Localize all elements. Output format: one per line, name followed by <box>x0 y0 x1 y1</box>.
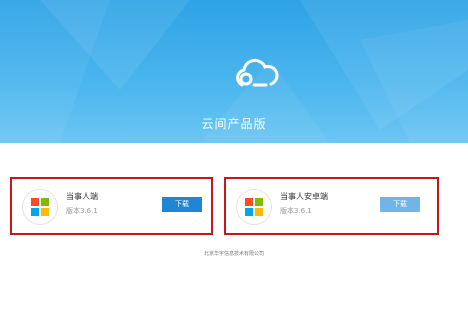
app-card-android: 当事人安卓端 版本3.6.1 下载 <box>224 177 439 235</box>
app-name: 当事人端 <box>66 192 98 201</box>
footer-company: 北京华宇信息技术有限公司 <box>203 251 264 257</box>
app-version: 版本3.6.1 <box>66 207 98 215</box>
windows-icon <box>22 189 58 225</box>
download-button[interactable]: 下载 <box>162 197 202 212</box>
product-title: 云间产品版 <box>201 117 267 131</box>
cloud-logo-icon <box>236 58 279 87</box>
app-card-client: 当事人端 版本3.6.1 下载 <box>10 177 213 235</box>
app-name: 当事人安卓端 <box>280 192 328 201</box>
app-version: 版本3.6.1 <box>280 207 312 215</box>
download-button[interactable]: 下载 <box>380 197 420 212</box>
windows-icon <box>236 189 272 225</box>
header-banner: 云间产品版 <box>0 0 468 143</box>
